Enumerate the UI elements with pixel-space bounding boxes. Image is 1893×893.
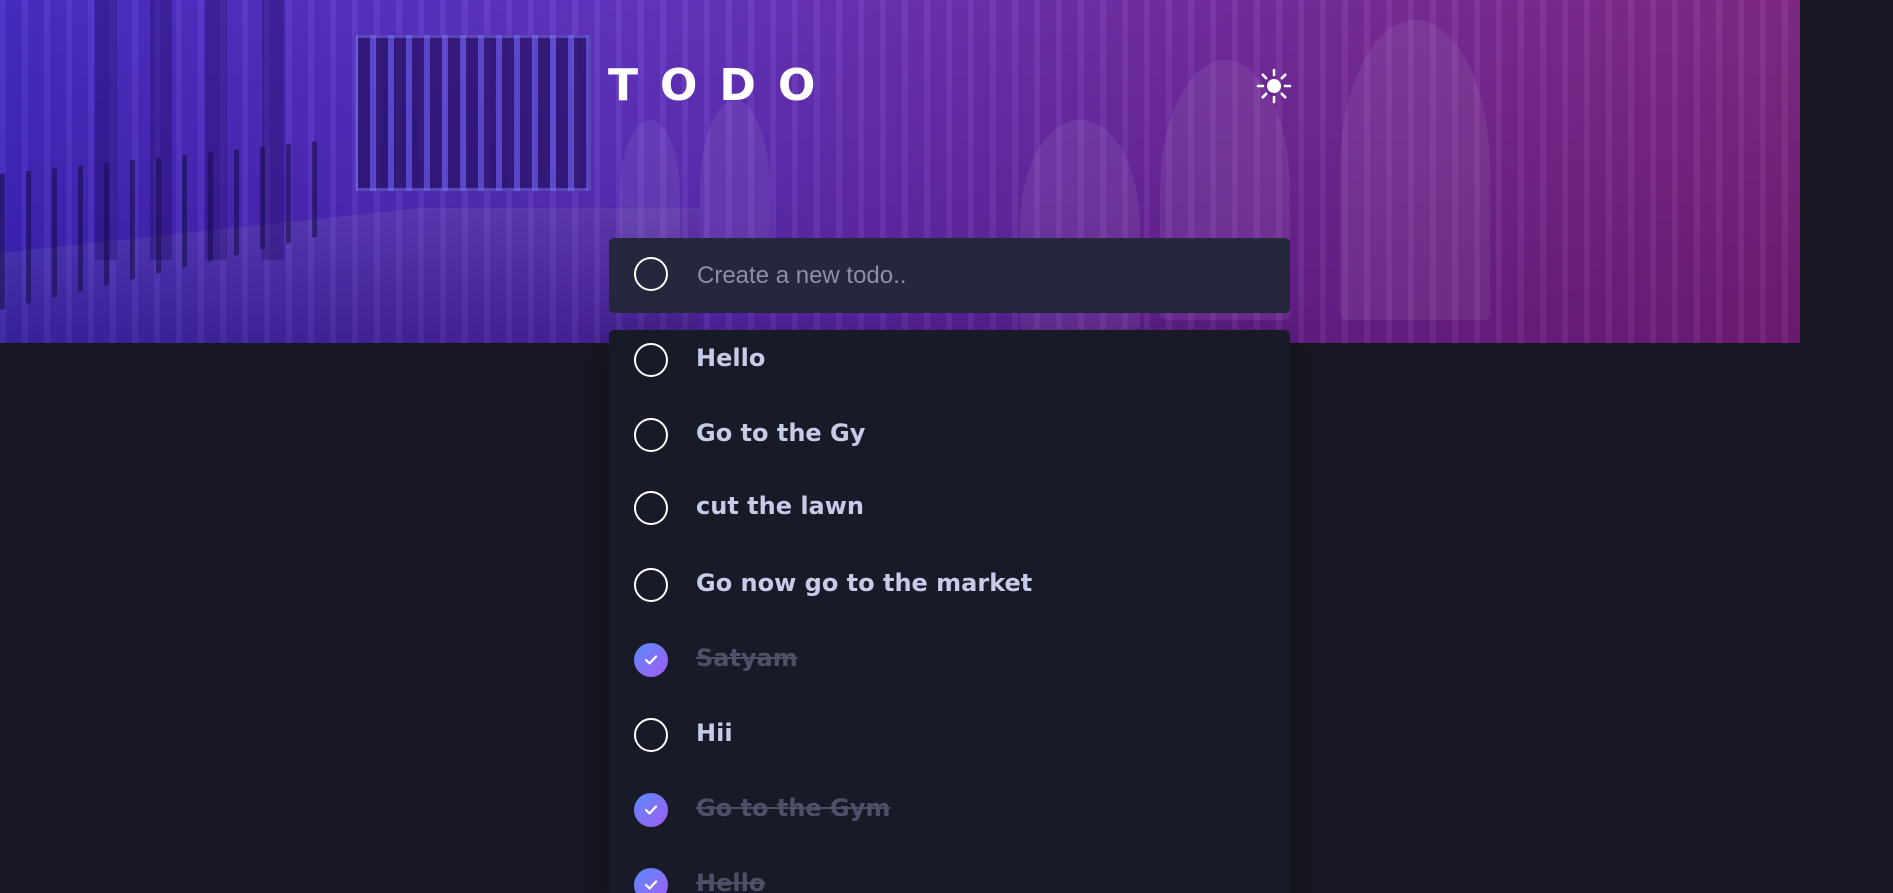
todo-check-circle[interactable] [634,491,668,525]
todo-item-completed[interactable]: Hello [609,855,1290,893]
todo-app: TODO Hello Go to the Gy [0,0,1893,893]
todo-text: Go now go to the market [696,569,1033,597]
todo-check-circle[interactable] [634,568,668,602]
todo-text: Satyam [696,644,798,672]
todo-text: Hello [696,344,766,372]
todo-item-completed[interactable]: Go to the Gym [609,780,1290,840]
new-todo-input[interactable] [695,255,1259,297]
todo-item[interactable]: Go to the Gy [609,405,1290,465]
new-todo-bar [609,238,1290,313]
app-title: TODO [608,60,838,111]
todo-item-completed[interactable]: Satyam [609,630,1290,690]
todo-item[interactable]: Hello [609,330,1290,390]
todo-check-circle[interactable] [634,418,668,452]
todo-text: Hello [696,869,766,893]
todo-item[interactable]: Go now go to the market [609,555,1290,615]
checkmark-icon[interactable] [634,868,668,893]
todo-item[interactable]: cut the lawn [609,478,1290,538]
todo-check-circle[interactable] [634,343,668,377]
todo-text: Go to the Gym [696,794,891,822]
todo-list: Hello Go to the Gy cut the lawn Go now g… [609,330,1290,893]
checkmark-icon[interactable] [634,643,668,677]
new-todo-circle-icon[interactable] [634,257,668,291]
todo-text: cut the lawn [696,492,865,520]
theme-toggle-button[interactable] [1256,68,1292,104]
todo-text: Go to the Gy [696,419,866,447]
todo-item[interactable]: Hii [609,705,1290,765]
todo-check-circle[interactable] [634,718,668,752]
sun-icon [1256,68,1292,104]
checkmark-icon[interactable] [634,793,668,827]
todo-text: Hii [696,719,733,747]
